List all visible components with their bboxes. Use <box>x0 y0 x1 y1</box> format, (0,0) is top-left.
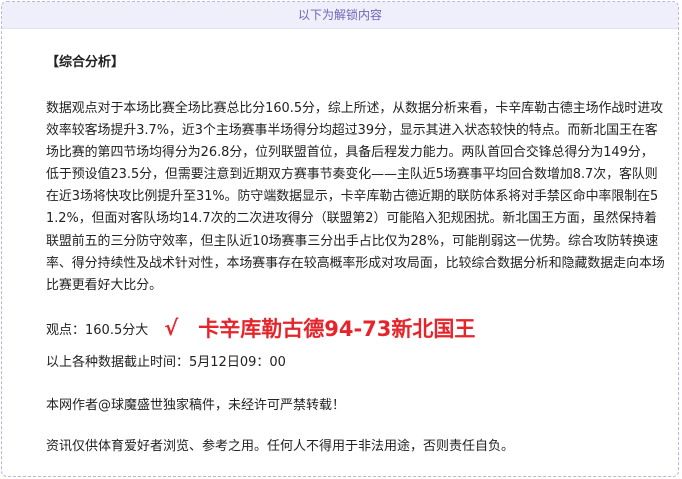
section-title: 【综合分析】 <box>46 55 125 70</box>
data-cutoff-text: 以上各种数据截止时间：5月12日09：00 <box>46 355 286 370</box>
disclaimer-text: 资讯仅供体育爱好者浏览、参考之用。任何人不得用于非法用途，否则责任自负。 <box>46 439 515 454</box>
prediction-row: 观点：160.5分大 √ 卡辛库勒古德94-73新北国王 <box>46 312 475 344</box>
locked-content-panel: 以下为解锁内容 【综合分析】 数据观点对于本场比赛全场比赛总比分160.5分，综… <box>1 1 679 477</box>
check-mark-icon: √ <box>164 316 179 340</box>
unlock-banner: 以下为解锁内容 <box>2 2 678 29</box>
prediction-result: 卡辛库勒古德94-73新北国王 <box>198 317 476 341</box>
analysis-paragraph: 数据观点对于本场比赛全场比赛总比分160.5分，综上所述，从数据分析来看，卡辛库… <box>46 101 665 293</box>
prediction-label: 观点：160.5分大 <box>46 322 149 338</box>
copyright-notice: 本网作者@球魔盛世独家稿件，未经许可严禁转载！ <box>46 398 346 413</box>
